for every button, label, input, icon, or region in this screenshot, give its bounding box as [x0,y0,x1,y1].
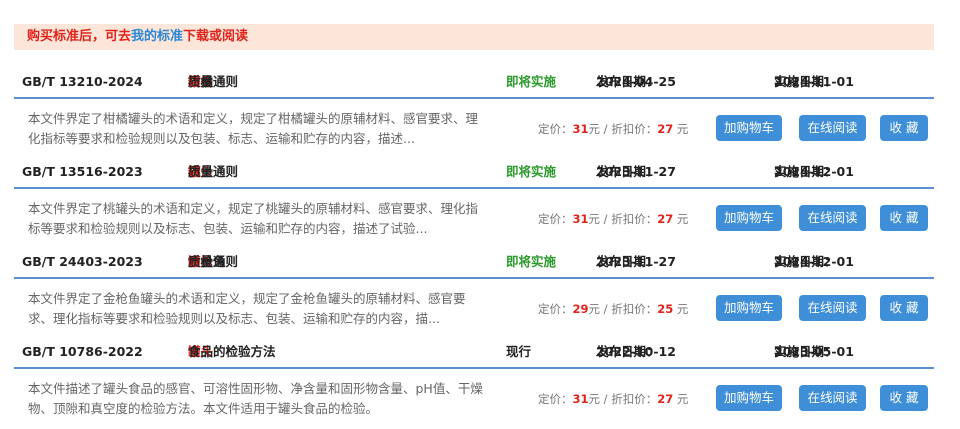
standard-header: GB/T 24403-2023 金枪鱼 罐头 质量通则 即将实施 发布日期： 2023… [14,247,934,279]
standard-item: GB/T 13516-2023 桃罐头 质量通则 即将实施 发布日期： 2023-1… [14,157,934,249]
standard-item: GB/T 10786-2022 罐头 食品的检验方法 现行 发布日期： 2022-1… [14,337,934,429]
read-online-button[interactable]: 在线阅读 [799,205,866,231]
standard-body: 本文件界定了柑橘罐头的术语和定义，规定了柑橘罐头的原辅材料、感官要求、理化指标等… [14,99,934,159]
status-badge: 即将实施 [506,164,557,179]
title-suffix: 质量通则 [188,74,239,89]
status-badge: 即将实施 [506,74,557,89]
price-info: 定价：31元 / 折扣价：27 元 [538,212,689,226]
discount-price: 27 [657,392,674,406]
price-info: 定价：31元 / 折扣价：27 元 [538,392,689,406]
discount-price: 25 [657,302,674,316]
price-info: 定价：31元 / 折扣价：27 元 [538,122,689,136]
read-online-button[interactable]: 在线阅读 [799,115,866,141]
favorite-button[interactable]: 收 藏 [880,295,928,321]
read-online-button[interactable]: 在线阅读 [799,295,866,321]
list-price: 29 [572,302,589,316]
standard-code[interactable]: GB/T 13516-2023 [22,157,143,187]
standard-description: 本文件界定了柑橘罐头的术语和定义，规定了柑橘罐头的原辅材料、感官要求、理化指标等… [28,111,479,146]
add-to-cart-button[interactable]: 加购物车 [716,295,782,321]
purchase-notice: 购买标准后，可去我的标准下载或阅读 [14,24,934,50]
favorite-button[interactable]: 收 藏 [880,115,928,141]
standard-body: 本文件界定了桃罐头的术语和定义，规定了桃罐头的原辅材料、感官要求、理化指标等要求… [14,189,934,249]
standard-description: 本文件界定了桃罐头的术语和定义，规定了桃罐头的原辅材料、感官要求、理化指标等要求… [28,201,479,236]
discount-price: 27 [657,122,674,136]
standard-header: GB/T 13210-2024 柑橘 罐头 质量通则 即将实施 发布日期： 2024-… [14,67,934,99]
status-badge: 现行 [506,344,532,359]
favorite-button[interactable]: 收 藏 [880,385,928,411]
title-suffix: 质量通则 [188,164,239,179]
standard-item: GB/T 13210-2024 柑橘 罐头 质量通则 即将实施 发布日期： 2024-… [14,67,934,159]
standard-description: 本文件界定了金枪鱼罐头的术语和定义，规定了金枪鱼罐头的原辅材料、感官要求、理化指… [28,291,466,326]
status-badge: 即将实施 [506,254,557,269]
list-price: 31 [572,122,589,136]
add-to-cart-button[interactable]: 加购物车 [716,115,782,141]
add-to-cart-button[interactable]: 加购物车 [716,385,782,411]
title-suffix: 质量通则 [188,254,239,269]
standard-body: 本文件界定了金枪鱼罐头的术语和定义，规定了金枪鱼罐头的原辅材料、感官要求、理化指… [14,279,934,339]
standard-header: GB/T 13516-2023 桃罐头 质量通则 即将实施 发布日期： 2023-1… [14,157,934,189]
list-price: 31 [572,212,589,226]
notice-suffix: 下载或阅读 [183,29,249,44]
price-info: 定价：29元 / 折扣价：25 元 [538,302,689,316]
standard-description: 本文件描述了罐头食品的感官、可溶性固形物、净含量和固形物含量、pH值、干燥物、顶… [28,381,483,416]
list-price: 31 [572,392,589,406]
read-online-button[interactable]: 在线阅读 [799,385,866,411]
discount-price: 27 [657,212,674,226]
standard-code[interactable]: GB/T 24403-2023 [22,247,143,277]
standard-item: GB/T 24403-2023 金枪鱼 罐头 质量通则 即将实施 发布日期： 2023… [14,247,934,339]
standard-code[interactable]: GB/T 13210-2024 [22,67,143,97]
standard-code[interactable]: GB/T 10786-2022 [22,337,143,367]
standard-header: GB/T 10786-2022 罐头 食品的检验方法 现行 发布日期： 2022-1… [14,337,934,369]
add-to-cart-button[interactable]: 加购物车 [716,205,782,231]
my-standards-link[interactable]: 我的标准 [131,29,183,44]
notice-prefix: 购买标准后，可去 [27,29,132,44]
standard-body: 本文件描述了罐头食品的感官、可溶性固形物、净含量和固形物含量、pH值、干燥物、顶… [14,369,934,429]
title-suffix: 食品的检验方法 [188,344,276,359]
favorite-button[interactable]: 收 藏 [880,205,928,231]
